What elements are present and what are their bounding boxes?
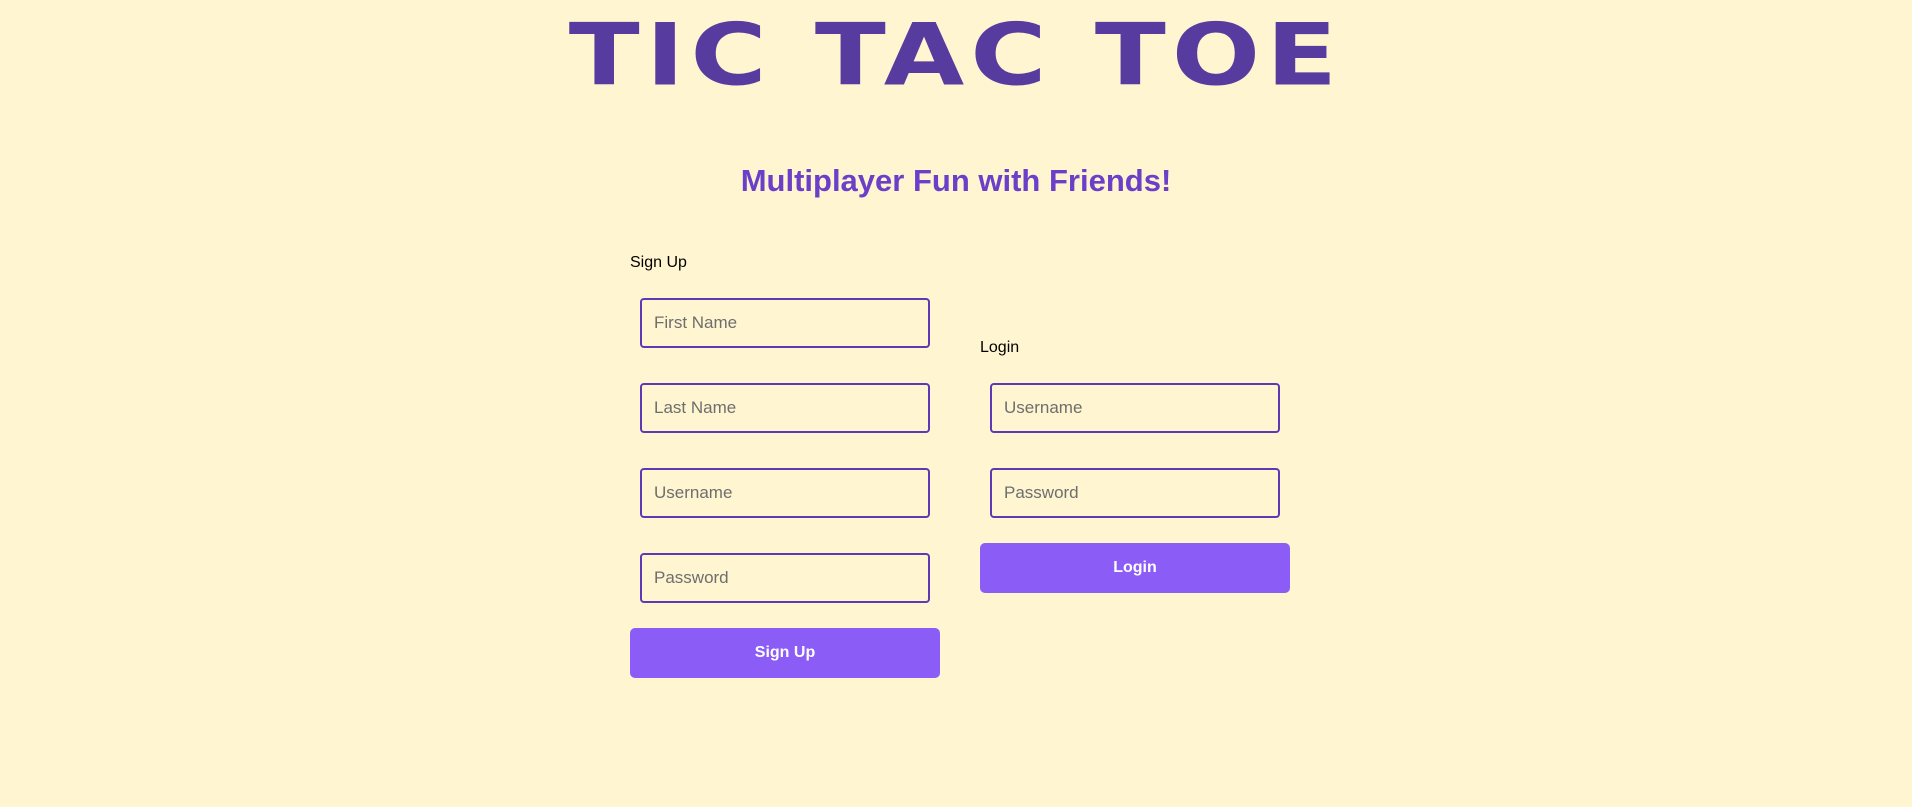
signup-first-name-input[interactable]	[640, 298, 930, 348]
signup-last-name-input[interactable]	[640, 383, 930, 433]
login-password-input[interactable]	[990, 468, 1280, 518]
signup-heading: Sign Up	[630, 254, 687, 271]
signup-username-input[interactable]	[640, 468, 930, 518]
signup-button[interactable]: Sign Up	[630, 628, 940, 678]
login-button[interactable]: Login	[980, 543, 1290, 593]
page-title: TIC TAC TOE	[568, 5, 1344, 106]
page-subtitle: Multiplayer Fun with Friends!	[740, 163, 1172, 198]
login-heading: Login	[980, 339, 1020, 356]
signup-password-input[interactable]	[640, 553, 930, 603]
login-username-input[interactable]	[990, 383, 1280, 433]
